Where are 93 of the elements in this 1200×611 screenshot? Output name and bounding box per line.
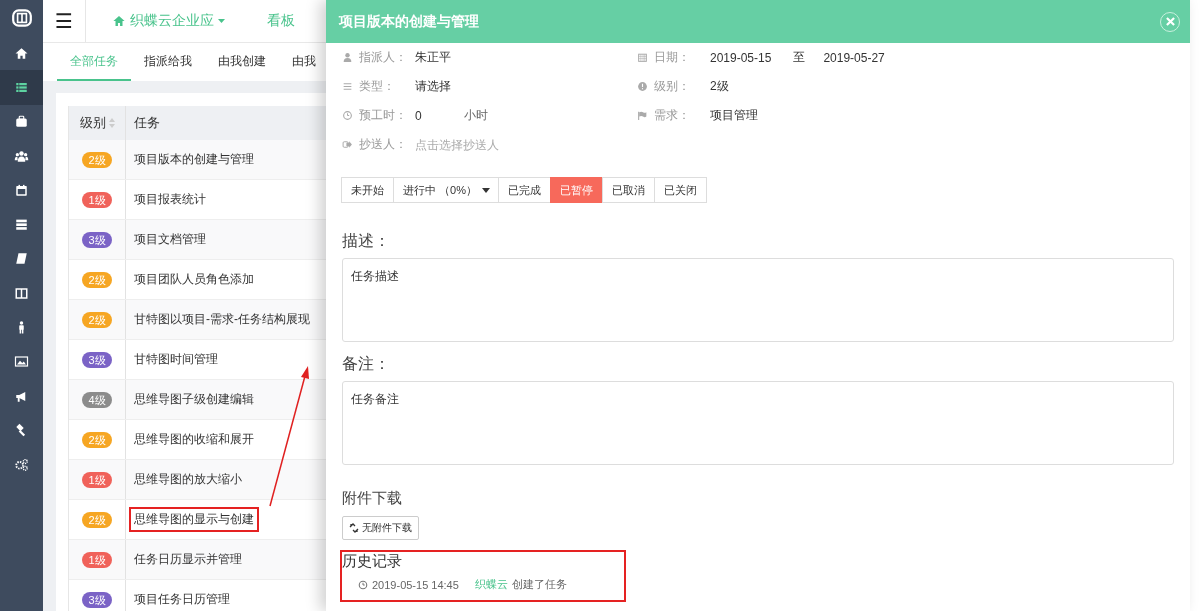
clock-icon — [342, 110, 353, 121]
field-label: 日期： — [654, 49, 690, 66]
table-row[interactable]: 4级 思维导图子级创建编辑 — [69, 380, 326, 420]
status-dropdown[interactable]: 进行中 （0%） — [393, 177, 499, 203]
tab[interactable]: 指派给我 — [131, 43, 205, 81]
menu-button[interactable]: ☰ — [43, 0, 86, 42]
briefcase-icon — [14, 114, 29, 130]
level-badge: 2级 — [82, 271, 112, 288]
level-badge: 2级 — [82, 151, 112, 168]
calendar-icon — [637, 52, 648, 63]
status-button[interactable]: 未开始 — [341, 177, 394, 203]
columns-icon — [14, 285, 29, 301]
cc-field[interactable]: 点击选择抄送人 — [415, 137, 565, 152]
history-time: 2019-05-15 14:45 — [372, 578, 459, 591]
section-title: 历史记录 — [342, 552, 403, 571]
start-date[interactable]: 2019-05-15 — [710, 50, 772, 65]
tab[interactable]: 由我创建 — [205, 43, 279, 81]
table-row[interactable]: 1级 任务日历显示并管理 — [69, 540, 326, 580]
status-button[interactable]: 已取消 — [601, 177, 655, 203]
caret-icon — [218, 19, 225, 23]
level-badge: 1级 — [82, 471, 112, 488]
note-field[interactable]: 任务备注 — [342, 381, 1174, 465]
table-row[interactable]: 2级 项目团队人员角色添加 — [69, 260, 326, 300]
task-name: 甘特图时间管理 — [133, 351, 219, 368]
table-row[interactable]: 3级 甘特图时间管理 — [69, 340, 326, 380]
section-title: 备注： — [342, 354, 391, 374]
logo-icon — [10, 7, 33, 29]
level-badge: 3级 — [82, 591, 112, 608]
person-icon — [342, 52, 353, 63]
calendar-icon — [14, 182, 29, 198]
level-badge: 3级 — [82, 231, 112, 248]
status-button[interactable]: 已关闭 — [653, 177, 707, 203]
field-label: 类型： — [359, 78, 395, 95]
field-value[interactable]: 2级 — [710, 78, 729, 95]
field-label: 需求： — [654, 107, 690, 124]
status-button[interactable]: 已完成 — [497, 177, 551, 203]
flag-icon — [637, 110, 648, 121]
sidebar-item[interactable] — [0, 70, 43, 105]
home-icon — [112, 14, 126, 28]
task-name: 项目团队人员角色添加 — [133, 271, 255, 288]
task-name: 项目版本的创建与管理 — [133, 151, 255, 168]
caret-icon — [481, 187, 490, 193]
image-icon — [14, 354, 29, 370]
tab[interactable]: 由我 — [279, 43, 326, 81]
drawer-title: 项目版本的创建与管理 — [339, 12, 479, 31]
field-label: 抄送人： — [359, 136, 407, 153]
table-row[interactable]: 2级 思维导图的收缩和展开 — [69, 420, 326, 460]
home-icon — [14, 45, 29, 61]
table-row[interactable]: 2级 甘特图以项目-需求-任务结构展现 — [69, 300, 326, 340]
task-name: 项目文档管理 — [133, 231, 207, 248]
level-badge: 2级 — [82, 511, 112, 528]
clock-icon — [358, 579, 368, 590]
share-icon — [342, 139, 353, 150]
date-separator: 至 — [793, 49, 806, 66]
level-badge: 2级 — [82, 431, 112, 448]
table-row[interactable]: 1级 思维导图的放大缩小 — [69, 460, 326, 500]
section-title: 描述： — [342, 231, 391, 251]
field-value[interactable]: 请选择 — [415, 78, 451, 95]
description-field[interactable]: 任务描述 — [342, 258, 1174, 342]
users-icon — [14, 148, 29, 164]
field-value[interactable]: 朱正平 — [415, 49, 451, 66]
field-value[interactable]: 项目管理 — [710, 107, 758, 124]
task-name: 思维导图的放大缩小 — [133, 471, 243, 488]
column-header: 任务 — [134, 114, 160, 132]
task-name: 项目任务日历管理 — [133, 591, 231, 608]
field-label: 预工时： — [359, 107, 407, 124]
level-badge: 1级 — [82, 191, 112, 208]
task-name: 任务日历显示并管理 — [133, 551, 243, 568]
section-title: 附件下载 — [342, 489, 403, 508]
end-date[interactable]: 2019-05-27 — [823, 50, 885, 65]
task-name: 思维导图的显示与创建 — [129, 507, 259, 532]
table-row[interactable]: 1级 项目报表统计 — [69, 180, 326, 220]
lines-icon — [342, 81, 353, 92]
history-action: 创建了任务 — [511, 577, 567, 592]
hours-value[interactable]: 0 — [415, 108, 422, 123]
attachment-button[interactable]: 无附件下载 — [342, 516, 419, 540]
task-name: 思维导图的收缩和展开 — [133, 431, 255, 448]
task-name: 项目报表统计 — [133, 191, 207, 208]
table-row[interactable]: 2级 思维导图的显示与创建 — [69, 500, 326, 540]
table-row[interactable]: 3级 项目文档管理 — [69, 220, 326, 260]
field-label: 级别： — [654, 78, 690, 95]
server-icon — [14, 217, 29, 233]
level-badge: 3级 — [82, 351, 112, 368]
task-name: 甘特图以项目-需求-任务结构展现 — [133, 311, 311, 328]
task-name: 思维导图子级创建编辑 — [133, 391, 255, 408]
exclamation-icon — [637, 81, 648, 92]
unit-label: 小时 — [463, 107, 488, 124]
level-badge: 2级 — [82, 311, 112, 328]
table-row[interactable]: 2级 项目版本的创建与管理 — [69, 140, 326, 180]
level-badge: 1级 — [82, 551, 112, 568]
level-badge: 4级 — [82, 391, 112, 408]
field-label: 指派人： — [359, 49, 407, 66]
column-header[interactable]: 级别 — [79, 114, 106, 132]
